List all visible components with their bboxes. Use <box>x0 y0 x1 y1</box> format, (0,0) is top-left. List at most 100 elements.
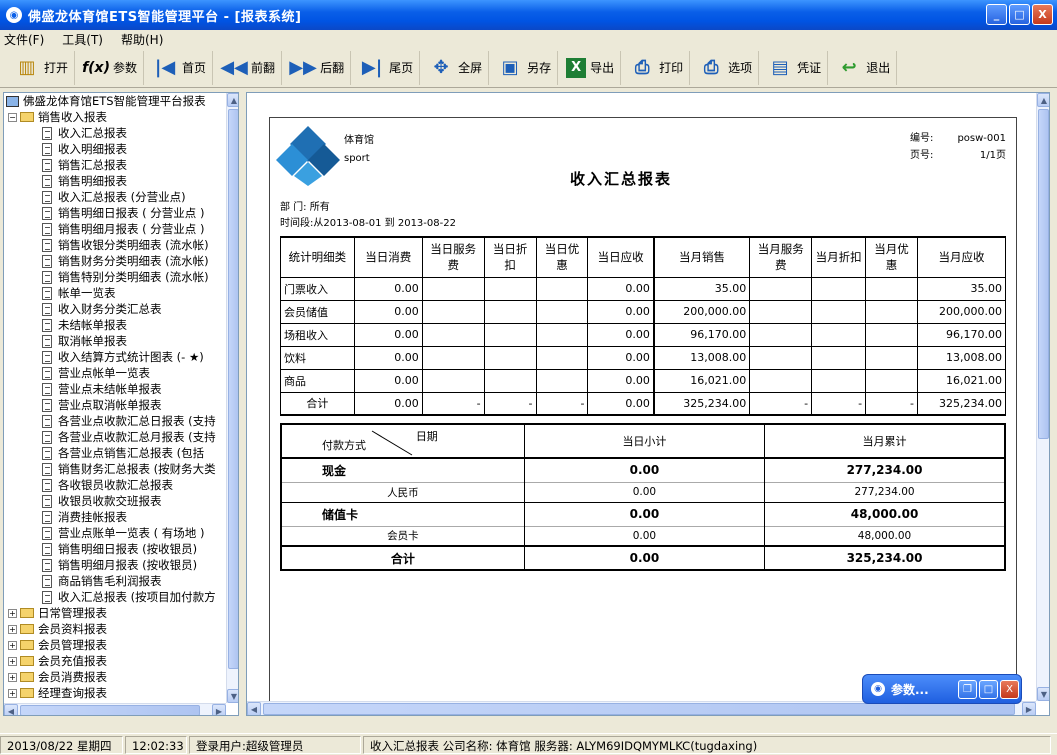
toolbar-button-next-page[interactable]: ▶▶ 后翻 <box>284 50 352 85</box>
column-header: 当月优惠 <box>865 236 918 278</box>
scroll-thumb[interactable] <box>263 703 1015 715</box>
tree-vertical-scrollbar[interactable]: ▲ ▼ <box>226 93 238 703</box>
close-button[interactable]: X <box>1032 4 1053 25</box>
expand-icon[interactable]: + <box>8 624 17 634</box>
tree-group[interactable]: + 会员管理报表 <box>4 637 226 653</box>
scroll-up-icon[interactable]: ▲ <box>1037 93 1049 107</box>
tree-item-report[interactable]: 销售财务分类明细表 (流水帐) <box>4 253 226 269</box>
tree-item-report[interactable]: 收银员收款交班报表 <box>4 493 226 509</box>
tree-item-report[interactable]: 销售汇总报表 <box>4 157 226 173</box>
parameter-panel[interactable]: ◉ 参数... ❐ □ X <box>862 674 1022 704</box>
toolbar-button-last-page[interactable]: ▶| 尾页 <box>353 50 421 85</box>
toolbar-button-prev-page[interactable]: ◀◀ 前翻 <box>215 50 283 85</box>
tree-item-report[interactable]: 收入汇总报表 (按项目加付款方 <box>4 589 226 605</box>
scroll-left-icon[interactable]: ◀ <box>247 702 261 715</box>
table-cell: 0.00 <box>353 276 423 301</box>
logo-text: 体育馆 sport <box>344 132 374 168</box>
tree-root[interactable]: 佛盛龙体育馆ETS智能管理平台报表 <box>4 93 226 109</box>
scroll-up-icon[interactable]: ▲ <box>227 93 238 107</box>
parameter-panel-title[interactable]: 参数... <box>891 681 958 698</box>
tree-item-report[interactable]: 取消帐单报表 <box>4 333 226 349</box>
parameter-panel-icon: ◉ <box>871 682 885 696</box>
title-bar[interactable]: ◉ 佛盛龙体育馆ETS智能管理平台 - [报表系统] _ □ X <box>0 0 1057 30</box>
expand-icon[interactable]: + <box>8 688 17 698</box>
column-header: 当日折扣 <box>483 236 537 278</box>
tree-item-report[interactable]: 销售收银分类明细表 (流水帐) <box>4 237 226 253</box>
tree-group[interactable]: + 经理查询报表 <box>4 685 226 701</box>
report-doc-icon <box>42 334 52 348</box>
tree-group-sales-income[interactable]: − 销售收入报表 <box>4 109 226 125</box>
tree-item-report[interactable]: 销售明细报表 <box>4 173 226 189</box>
tree-horizontal-scrollbar[interactable]: ◀ ▶ <box>4 703 226 715</box>
tree-item-report[interactable]: 销售财务汇总报表 (按财务大类 <box>4 461 226 477</box>
scroll-right-icon[interactable]: ▶ <box>1022 702 1036 715</box>
tree-item-report[interactable]: 销售明细月报表 (按收银员) <box>4 557 226 573</box>
tree-item-report[interactable]: 销售明细日报表 ( 分营业点 ) <box>4 205 226 221</box>
tree-item-report[interactable]: 营业点帐单一览表 <box>4 365 226 381</box>
panel-restore-button[interactable]: ❐ <box>958 679 977 699</box>
toolbar-button-print[interactable]: ⎙ 打印 <box>623 50 691 85</box>
toolbar-button-function[interactable]: f(x) 参数 <box>77 50 145 85</box>
report-vertical-scrollbar[interactable]: ▲ ▼ <box>1036 93 1049 701</box>
maximize-button[interactable]: □ <box>1009 4 1030 25</box>
toolbar-button-label: 另存 <box>527 61 552 75</box>
toolbar-button-excel-export[interactable]: X 导出 <box>560 50 622 85</box>
scroll-thumb[interactable] <box>1038 109 1049 439</box>
tree-item-report[interactable]: 商品销售毛利润报表 <box>4 573 226 589</box>
tree-group[interactable]: + 会员消费报表 <box>4 669 226 685</box>
minimize-button[interactable]: _ <box>986 4 1007 25</box>
tree-node-label: 销售明细日报表 ( 分营业点 ) <box>58 206 205 220</box>
tree-item-report[interactable]: 收入财务分类汇总表 <box>4 301 226 317</box>
toolbar-button-label: 凭证 <box>797 61 822 75</box>
tree-item-report[interactable]: 各营业点收款汇总日报表 (支持 <box>4 413 226 429</box>
tree-item-report[interactable]: 未结帐单报表 <box>4 317 226 333</box>
toolbar-button-exit[interactable]: ↩ 退出 <box>830 50 898 85</box>
tree-group[interactable]: + 会员充值报表 <box>4 653 226 669</box>
menu-help[interactable]: 帮助(H) <box>121 31 163 48</box>
menu-tools[interactable]: 工具(T) <box>62 31 103 48</box>
toolbar-button-first-page[interactable]: |◀ 首页 <box>146 50 214 85</box>
tree-item-report[interactable]: 各收银员收款汇总报表 <box>4 477 226 493</box>
app-icon[interactable]: ◉ <box>6 7 22 23</box>
tree-item-report[interactable]: 各营业点销售汇总报表 (包括 <box>4 445 226 461</box>
tree-item-report[interactable]: 收入结算方式统计图表 (- ★) <box>4 349 226 365</box>
tree-item-report[interactable]: 收入汇总报表 <box>4 125 226 141</box>
scroll-thumb[interactable] <box>228 109 238 669</box>
toolbar-button-print-options[interactable]: ⎙ 选项 <box>692 50 760 85</box>
tree-item-report[interactable]: 收入汇总报表 (分营业点) <box>4 189 226 205</box>
toolbar-button-voucher[interactable]: ▤ 凭证 <box>761 50 829 85</box>
row-label: 合计 <box>280 391 355 416</box>
expand-icon[interactable]: + <box>8 672 17 682</box>
scroll-thumb[interactable] <box>20 705 200 715</box>
scroll-right-icon[interactable]: ▶ <box>212 704 226 715</box>
panel-maximize-button[interactable]: □ <box>979 679 998 699</box>
tree-node-label: 收入明细报表 <box>58 142 127 156</box>
collapse-icon[interactable]: − <box>8 112 17 122</box>
tree-item-report[interactable]: 营业点账单一览表 ( 有场地 ) <box>4 525 226 541</box>
expand-icon[interactable]: + <box>8 608 17 618</box>
toolbar-button-label: 打开 <box>44 61 69 75</box>
tree-item-report[interactable]: 销售特别分类明细表 (流水帐) <box>4 269 226 285</box>
expand-icon[interactable]: + <box>8 656 17 666</box>
tree-item-report[interactable]: 销售明细月报表 ( 分营业点 ) <box>4 221 226 237</box>
menu-file[interactable]: 文件(F) <box>4 31 44 48</box>
tree-group[interactable]: + 日常管理报表 <box>4 605 226 621</box>
tree-item-report[interactable]: 销售明细日报表 (按收银员) <box>4 541 226 557</box>
toolbar-button-open[interactable]: ▥ 打开 <box>8 50 76 85</box>
tree-item-report[interactable]: 各营业点收款汇总月报表 (支持 <box>4 429 226 445</box>
scroll-left-icon[interactable]: ◀ <box>4 704 18 715</box>
tree-item-report[interactable]: 帐单一览表 <box>4 285 226 301</box>
tree-item-report[interactable]: 营业点未结帐单报表 <box>4 381 226 397</box>
tree-item-report[interactable]: 收入明细报表 <box>4 141 226 157</box>
panel-close-button[interactable]: X <box>1000 679 1019 699</box>
scroll-down-icon[interactable]: ▼ <box>1037 687 1049 701</box>
toolbar-button-label: 尾页 <box>389 61 414 75</box>
expand-icon[interactable]: + <box>8 640 17 650</box>
toolbar-button-fullscreen[interactable]: ✥ 全屏 <box>422 50 490 85</box>
table-cell <box>535 345 589 370</box>
toolbar-button-save-as[interactable]: ▣ 另存 <box>491 50 559 85</box>
tree-item-report[interactable]: 消费挂帐报表 <box>4 509 226 525</box>
tree-item-report[interactable]: 营业点取消帐单报表 <box>4 397 226 413</box>
scroll-down-icon[interactable]: ▼ <box>227 689 238 703</box>
tree-group[interactable]: + 会员资料报表 <box>4 621 226 637</box>
